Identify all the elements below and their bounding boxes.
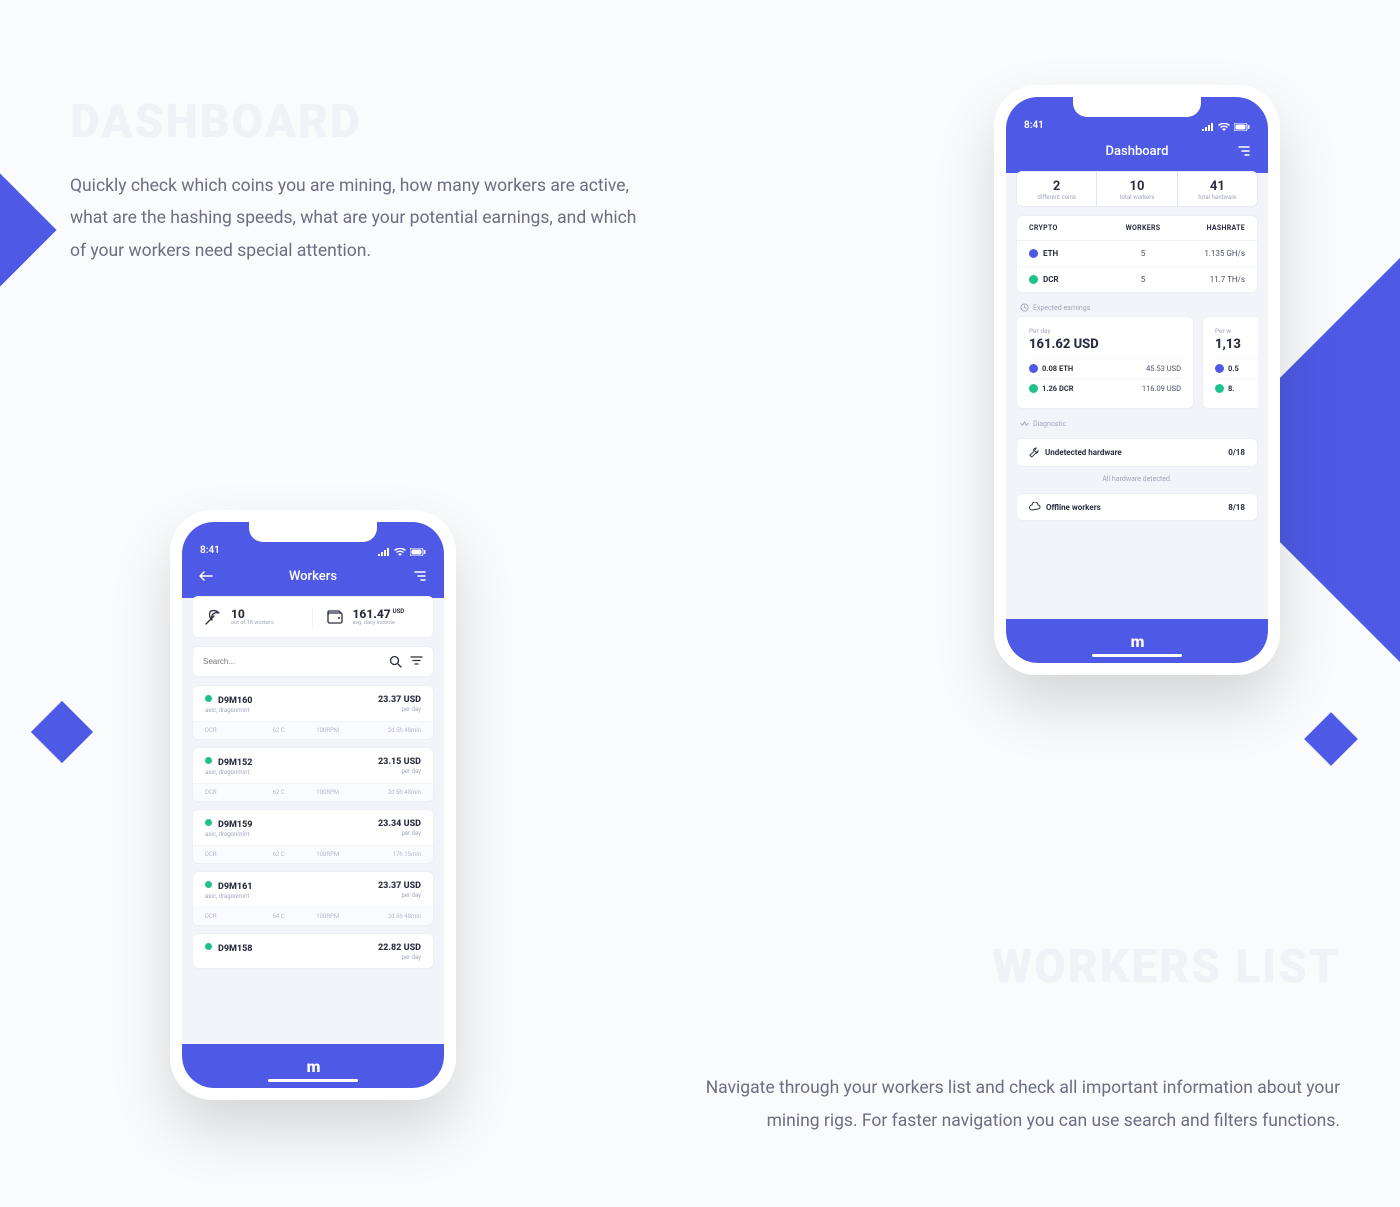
phone-mockup-workers: 8:41 Workers	[170, 510, 456, 1100]
screen-title: Dashboard	[1106, 144, 1169, 159]
th-hashrate: HASHRATE	[1173, 224, 1245, 232]
bottom-nav[interactable]: m	[1006, 619, 1268, 663]
pickaxe-icon	[203, 607, 223, 627]
dcr-icon	[1215, 384, 1224, 393]
tab-workers[interactable]: 10 total workers	[1097, 172, 1176, 206]
status-dot-icon	[205, 943, 212, 950]
wifi-icon	[1218, 123, 1230, 131]
status-time: 8:41	[200, 545, 220, 556]
search-icon[interactable]	[389, 655, 402, 668]
decor-diamond	[0, 173, 57, 286]
wifi-icon	[394, 548, 406, 556]
logo-icon: m	[307, 1057, 320, 1076]
worker-card[interactable]: D9M158 22.82 USD per day	[192, 933, 434, 969]
status-dot-icon	[205, 757, 212, 764]
worker-card[interactable]: D9M159 asic, dragonmint 23.34 USD per da…	[192, 809, 434, 864]
cloud-off-icon	[1029, 502, 1041, 512]
decor-diamond	[1304, 712, 1358, 766]
dcr-icon	[1029, 275, 1038, 284]
income-value: 161.47USD	[353, 608, 405, 620]
table-row[interactable]: ETH 5 1.135 GH/s	[1017, 241, 1257, 266]
app-header: Workers	[182, 558, 444, 598]
tab-coins-value: 2	[1017, 179, 1096, 194]
income-sub: avg. daily income	[353, 620, 405, 626]
dcr-icon	[1029, 384, 1038, 393]
active-workers-sub: out of 18 workers	[231, 620, 274, 626]
th-workers: WORKERS	[1113, 224, 1173, 232]
screen-title: Workers	[289, 569, 337, 584]
wallet-icon	[325, 607, 345, 627]
diagnostic-section-label: Diagnostic	[1016, 409, 1258, 432]
diag-message: All hardware detected.	[1016, 467, 1258, 487]
eth-icon	[1029, 364, 1038, 373]
phone-mockup-dashboard: 8:41 Dashboard 2	[994, 85, 1280, 675]
worker-card[interactable]: D9M160 asic, dragonmint 23.37 USD per da…	[192, 685, 434, 740]
battery-icon	[1234, 123, 1250, 131]
earnings-card[interactable]: Per w1,13 0.5 8.	[1202, 316, 1258, 409]
back-icon[interactable]	[196, 566, 216, 586]
menu-icon[interactable]	[410, 566, 430, 586]
table-row[interactable]: DCR 5 11.7 TH/s	[1017, 266, 1257, 292]
search-bar	[192, 646, 434, 677]
diag-undetected[interactable]: Undetected hardware 0/18	[1016, 438, 1258, 467]
bottom-nav[interactable]: m	[182, 1044, 444, 1088]
stats-tabs: 2 different coins 10 total workers 41 to…	[1016, 171, 1258, 207]
logo-icon: m	[1131, 632, 1144, 651]
eth-icon	[1029, 249, 1038, 258]
earnings-section-label: Expected earnings	[1016, 293, 1258, 316]
tab-coins[interactable]: 2 different coins	[1017, 172, 1096, 206]
wrench-icon	[1029, 447, 1040, 458]
filter-icon[interactable]	[410, 655, 423, 668]
worker-card[interactable]: D9M152 asic, dragonmint 23.15 USD per da…	[192, 747, 434, 802]
tab-workers-value: 10	[1097, 179, 1176, 194]
search-input[interactable]	[203, 657, 381, 666]
decor-diamond	[31, 701, 93, 763]
phone-notch	[1073, 97, 1201, 117]
signal-icon	[378, 548, 390, 556]
status-dot-icon	[205, 695, 212, 702]
tab-hardware-label: total hardware	[1178, 194, 1257, 201]
diag-undetected-label: Undetected hardware	[1045, 448, 1122, 457]
status-time: 8:41	[1024, 120, 1044, 131]
status-dot-icon	[205, 819, 212, 826]
summary-card: 10 out of 18 workers 161.47USD avg. dail…	[192, 596, 434, 638]
tab-hardware-value: 41	[1178, 179, 1257, 194]
app-header: Dashboard	[1006, 133, 1268, 173]
earnings-scroller[interactable]: Per day161.62 USD 0.08 ETH 45.53 USD 1.2…	[1016, 316, 1258, 409]
diag-offline-label: Offline workers	[1046, 503, 1101, 512]
battery-icon	[410, 548, 426, 556]
crypto-table: CRYPTO WORKERS HASHRATE ETH 5 1.135 GH/s…	[1016, 215, 1258, 293]
diag-offline[interactable]: Offline workers 8/18	[1016, 493, 1258, 521]
diag-offline-value: 8/18	[1228, 503, 1245, 512]
tab-hardware[interactable]: 41 total hardware	[1178, 172, 1257, 206]
diag-undetected-value: 0/18	[1228, 448, 1245, 457]
tab-coins-label: different coins	[1017, 194, 1096, 201]
home-indicator	[1092, 654, 1182, 657]
menu-icon[interactable]	[1234, 141, 1254, 161]
section-desc-dashboard: Quickly check which coins you are mining…	[70, 170, 650, 267]
active-workers-value: 10	[231, 608, 274, 620]
section-heading-workers: WORKERS LIST	[992, 940, 1340, 994]
th-crypto: CRYPTO	[1029, 224, 1113, 232]
phone-notch	[249, 522, 377, 542]
section-heading-dashboard: DASHBOARD	[70, 95, 362, 149]
section-desc-workers: Navigate through your workers list and c…	[700, 1072, 1340, 1137]
status-dot-icon	[205, 881, 212, 888]
worker-list[interactable]: D9M160 asic, dragonmint 23.37 USD per da…	[192, 685, 434, 969]
eth-icon	[1215, 364, 1224, 373]
worker-card[interactable]: D9M161 asic, dragonmint 23.37 USD per da…	[192, 871, 434, 926]
earnings-card[interactable]: Per day161.62 USD 0.08 ETH 45.53 USD 1.2…	[1016, 316, 1194, 409]
tab-workers-label: total workers	[1097, 194, 1176, 201]
home-indicator	[268, 1079, 358, 1082]
signal-icon	[1202, 123, 1214, 131]
